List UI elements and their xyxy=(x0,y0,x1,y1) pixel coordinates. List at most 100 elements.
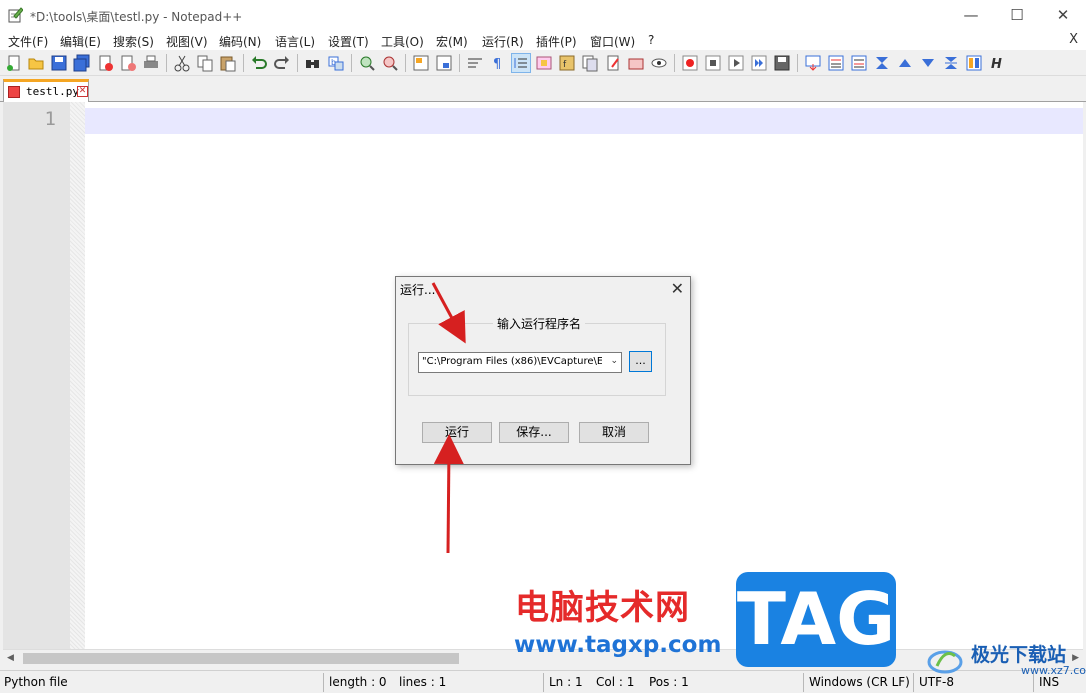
program-combobox[interactable]: "C:\Program Files (x86)\EVCapture\E\ ⌄ xyxy=(418,352,622,373)
browse-button[interactable]: ... xyxy=(629,351,652,372)
run-macro-multiple-icon[interactable] xyxy=(750,54,768,72)
new-file-icon[interactable] xyxy=(5,54,23,72)
word-wrap-icon[interactable] xyxy=(466,54,484,72)
h-icon[interactable]: H xyxy=(988,54,1006,72)
close-document-button[interactable]: X xyxy=(1069,32,1078,47)
menu-edit[interactable]: 编辑(E) xyxy=(60,33,101,50)
tab-testl-py[interactable]: testl.py ✕ xyxy=(3,79,89,102)
up-icon[interactable] xyxy=(896,54,914,72)
run-dialog: 运行... ✕ 输入运行程序名 "C:\Program Files (x86)\… xyxy=(395,276,691,465)
menu-view[interactable]: 视图(V) xyxy=(166,33,208,50)
save-icon[interactable] xyxy=(50,54,68,72)
replace-icon[interactable]: b xyxy=(327,54,345,72)
program-group: 输入运行程序名 "C:\Program Files (x86)\EVCaptur… xyxy=(408,315,666,396)
menu-help[interactable]: ? xyxy=(648,33,654,47)
menu-language[interactable]: 语言(L) xyxy=(275,33,315,50)
status-ln: Ln : 1 xyxy=(549,675,583,689)
expand-icon[interactable] xyxy=(942,54,960,72)
current-line-highlight[interactable] xyxy=(85,108,1083,134)
list-alt-icon[interactable] xyxy=(850,54,868,72)
menu-plugins[interactable]: 插件(P) xyxy=(536,33,577,50)
zoom-out-icon[interactable] xyxy=(381,54,399,72)
menu-settings[interactable]: 设置(T) xyxy=(328,33,369,50)
watermark-logo2-url: www.xz7.com xyxy=(1021,664,1086,677)
sync-horizontal-icon[interactable] xyxy=(435,54,453,72)
preview-icon[interactable] xyxy=(650,54,668,72)
minimize-button[interactable]: — xyxy=(948,0,994,30)
save-all-icon[interactable] xyxy=(73,54,91,72)
status-col: Col : 1 xyxy=(596,675,635,689)
menu-window[interactable]: 窗口(W) xyxy=(590,33,635,50)
save-macro-icon[interactable] xyxy=(773,54,791,72)
line-number-gutter: 1 xyxy=(3,102,70,649)
watermark-tag-logo: TAG xyxy=(736,572,896,667)
tab-close-icon[interactable]: ✕ xyxy=(77,86,88,97)
menu-tools[interactable]: 工具(O) xyxy=(381,33,424,50)
status-separator xyxy=(543,673,544,692)
menu-file[interactable]: 文件(F) xyxy=(8,33,48,50)
tab-bar: testl.py ✕ xyxy=(0,76,1086,102)
insert-line-icon[interactable] xyxy=(804,54,822,72)
chevron-down-icon[interactable]: ⌄ xyxy=(610,356,618,366)
watermark-url: www.tagxp.com xyxy=(514,632,722,658)
doc-list-icon[interactable] xyxy=(604,54,622,72)
title-bar: *D:\tools\桌面\testl.py - Notepad++ — ☐ ✕ xyxy=(0,0,1086,30)
panel-icon[interactable] xyxy=(965,54,983,72)
group-label: 输入运行程序名 xyxy=(493,315,586,332)
toolbar-separator xyxy=(297,54,298,72)
aurora-logo-icon xyxy=(927,650,963,674)
menu-search[interactable]: 搜索(S) xyxy=(113,33,154,50)
status-file-type: Python file xyxy=(4,675,68,689)
doc-map-icon[interactable] xyxy=(535,54,553,72)
run-button[interactable]: 运行 xyxy=(422,422,492,443)
cancel-button[interactable]: 取消 xyxy=(579,422,649,443)
status-eol: Windows (CR LF) xyxy=(809,675,910,689)
status-separator xyxy=(323,673,324,692)
print-icon[interactable] xyxy=(142,54,160,72)
redo-icon[interactable] xyxy=(273,54,291,72)
watermark-logo2: 极光下载站 www.xz7.com xyxy=(925,640,1086,680)
down-icon[interactable] xyxy=(919,54,937,72)
undo-icon[interactable] xyxy=(250,54,268,72)
open-file-icon[interactable] xyxy=(27,54,45,72)
scroll-left-icon[interactable]: ◀ xyxy=(7,653,14,663)
svg-text:¶: ¶ xyxy=(493,57,501,72)
menu-encoding[interactable]: 编码(N) xyxy=(219,33,261,50)
toolbar-separator xyxy=(351,54,352,72)
dialog-close-button[interactable]: ✕ xyxy=(671,279,684,298)
status-bar: Python file length : 0 lines : 1 Ln : 1 … xyxy=(0,670,1086,693)
paste-icon[interactable] xyxy=(219,54,237,72)
toolbar-separator xyxy=(243,54,244,72)
window-title: *D:\tools\桌面\testl.py - Notepad++ xyxy=(30,10,243,24)
sync-vertical-icon[interactable] xyxy=(412,54,430,72)
toolbar-separator xyxy=(166,54,167,72)
close-window-button[interactable]: ✕ xyxy=(1040,0,1086,30)
menu-macro[interactable]: 宏(M) xyxy=(436,33,468,50)
toolbar-separator xyxy=(797,54,798,72)
svg-text:H: H xyxy=(991,57,1002,72)
fold-margin[interactable] xyxy=(70,102,85,649)
status-lines: lines : 1 xyxy=(399,675,447,689)
menu-bar: 文件(F) 编辑(E) 搜索(S) 视图(V) 编码(N) 语言(L) 设置(T… xyxy=(0,30,1086,50)
show-all-chars-icon[interactable]: ¶ xyxy=(489,54,507,72)
close-icon[interactable] xyxy=(96,54,114,72)
copy-icon[interactable] xyxy=(196,54,214,72)
zoom-in-icon[interactable] xyxy=(358,54,376,72)
find-icon[interactable] xyxy=(304,54,322,72)
indent-guide-icon[interactable] xyxy=(511,53,531,73)
monitor-icon[interactable] xyxy=(627,54,645,72)
close-all-icon[interactable] xyxy=(119,54,137,72)
save-button[interactable]: 保存... xyxy=(499,422,569,443)
maximize-button[interactable]: ☐ xyxy=(994,0,1040,30)
folder-workspace-icon[interactable] xyxy=(581,54,599,72)
function-list-icon[interactable]: f xyxy=(558,54,576,72)
menu-run[interactable]: 运行(R) xyxy=(482,33,524,50)
play-macro-icon[interactable] xyxy=(727,54,745,72)
list-icon[interactable] xyxy=(827,54,845,72)
cut-icon[interactable] xyxy=(173,54,191,72)
record-macro-icon[interactable] xyxy=(681,54,699,72)
scroll-thumb[interactable] xyxy=(23,653,459,664)
stop-macro-icon[interactable] xyxy=(704,54,722,72)
watermark-logo2-name: 极光下载站 xyxy=(971,644,1067,666)
collapse-icon[interactable] xyxy=(873,54,891,72)
